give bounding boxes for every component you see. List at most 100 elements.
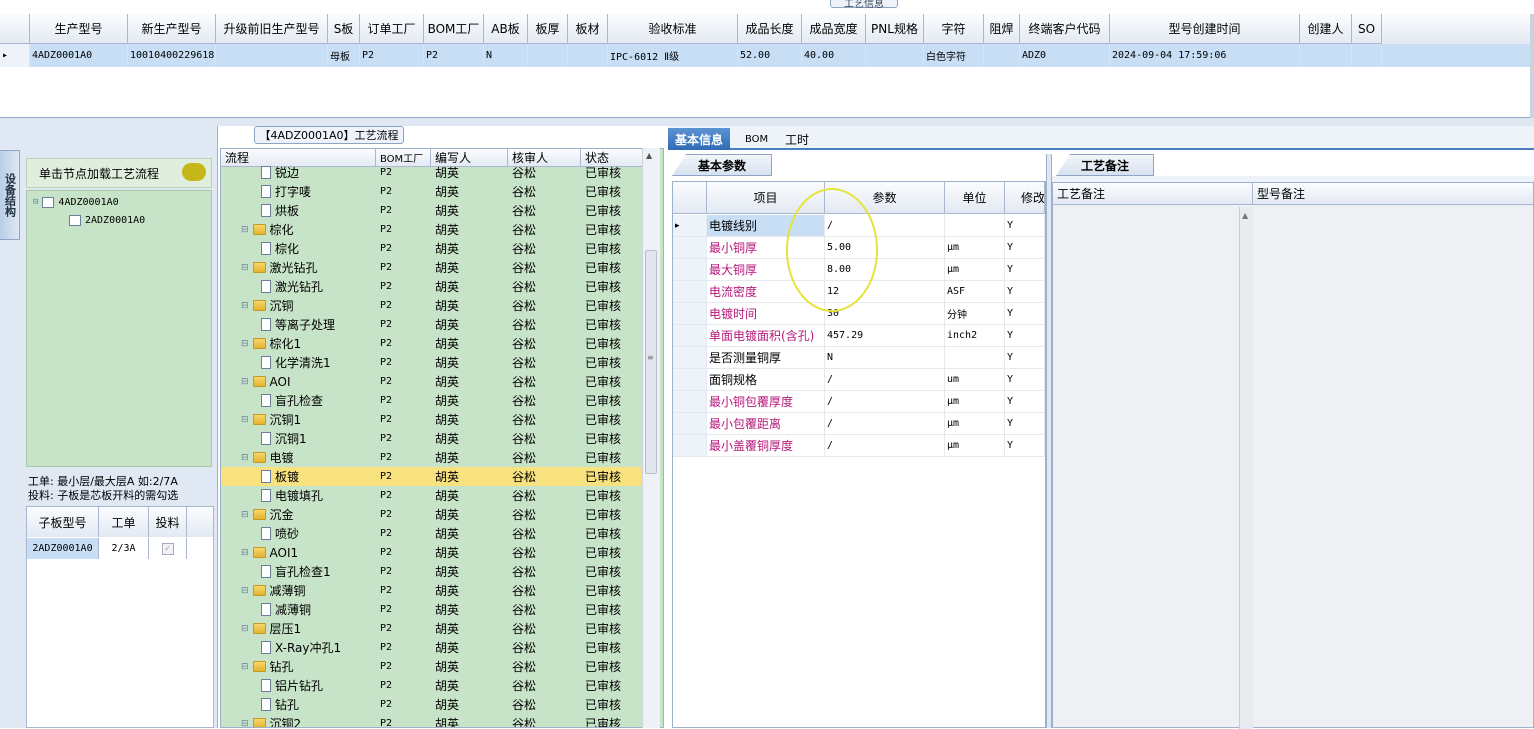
horizontal-splitter[interactable] — [0, 118, 1534, 126]
model-grid-row[interactable]: ▸ 4ADZ0001A0 10010400229618 母板 P2 P2 N IPC-6012… — [0, 44, 1530, 67]
model-cell[interactable]: 52.00 — [738, 44, 802, 67]
model-col-header[interactable]: 新生产型号 — [128, 14, 216, 44]
flow-row[interactable]: ⊟ 沉铜2 P2 胡英 谷松 已审核 — [221, 714, 644, 728]
model-col-header[interactable]: 阻焊 — [984, 14, 1020, 44]
model-grid-scrollbar[interactable] — [1530, 14, 1534, 118]
param-row[interactable]: 面铜规格 / um Y — [673, 369, 1045, 391]
flow-row[interactable]: ⊟ 沉铜1 P2 胡英 谷松 已审核 — [221, 410, 644, 429]
model-col-header[interactable]: 订单工厂 — [360, 14, 424, 44]
param-row[interactable]: 单面电镀面积(含孔) 457.29 inch2 Y — [673, 325, 1045, 347]
flow-row[interactable]: ⊟ 沉金 P2 胡英 谷松 已审核 — [221, 505, 644, 524]
collapse-icon[interactable]: ⊟ — [241, 624, 249, 634]
flow-node[interactable]: ⊟ 激光钻孔 — [221, 258, 376, 277]
model-cell[interactable]: 白色字符 — [924, 44, 984, 67]
flow-row[interactable]: 沉铜1 P2 胡英 谷松 已审核 — [221, 429, 644, 448]
flow-node[interactable]: 锐边 — [221, 163, 376, 182]
collapse-icon[interactable]: ⊟ — [241, 339, 249, 349]
collapse-icon[interactable]: ⊟ — [241, 548, 249, 558]
sub-board-row[interactable]: 2ADZ0001A0 2/3A ✓ — [27, 538, 213, 559]
flow-node[interactable]: ⊟ 沉金 — [221, 505, 376, 524]
model-cell[interactable] — [984, 44, 1020, 67]
sub-model-cell[interactable]: 2ADZ0001A0 — [27, 538, 99, 559]
flow-node[interactable]: 钻孔 — [221, 695, 376, 714]
flow-node[interactable]: 沉铜1 — [221, 429, 376, 448]
tab-bom[interactable]: BOM — [738, 128, 775, 150]
flow-node[interactable]: 减薄铜 — [221, 600, 376, 619]
model-cell[interactable]: IPC-6012 Ⅱ级 — [608, 44, 738, 67]
param-value-cell[interactable]: / — [825, 369, 945, 390]
collapse-icon[interactable]: ⊟ — [241, 662, 249, 672]
flow-row[interactable]: 铝片钻孔 P2 胡英 谷松 已审核 — [221, 676, 644, 695]
model-col-header[interactable]: AB板 — [484, 14, 528, 44]
flow-node[interactable]: 棕化 — [221, 239, 376, 258]
model-col-header[interactable]: 型号创建时间 — [1110, 14, 1300, 44]
flow-row[interactable]: X-Ray冲孔1 P2 胡英 谷松 已审核 — [221, 638, 644, 657]
flow-node[interactable]: 盲孔检查1 — [221, 562, 376, 581]
col-modify[interactable]: 修改 — [1005, 182, 1045, 213]
model-cell[interactable]: 10010400229618 — [128, 44, 216, 67]
tree-node-root[interactable]: ⊟ 4ADZ0001A0 — [33, 194, 119, 210]
model-cell[interactable]: 40.00 — [802, 44, 866, 67]
flow-row[interactable]: ⊟ 沉铜 P2 胡英 谷松 已审核 — [221, 296, 644, 315]
flow-row[interactable]: ⊟ 棕化1 P2 胡英 谷松 已审核 — [221, 334, 644, 353]
flow-row[interactable]: 喷砂 P2 胡英 谷松 已审核 — [221, 524, 644, 543]
order-cell[interactable]: 2/3A — [99, 538, 149, 559]
model-cell[interactable]: P2 — [424, 44, 484, 67]
notes-scrollbar[interactable]: ▲ — [1239, 207, 1253, 729]
flow-row[interactable]: ⊟ 钻孔 P2 胡英 谷松 已审核 — [221, 657, 644, 676]
scroll-up-icon[interactable]: ▲ — [646, 151, 652, 160]
flow-node[interactable]: ⊟ AOI1 — [221, 543, 376, 562]
flow-row[interactable]: ⊟ 激光钻孔 P2 胡英 谷松 已审核 — [221, 258, 644, 277]
flow-row[interactable]: 减薄铜 P2 胡英 谷松 已审核 — [221, 600, 644, 619]
flow-row[interactable]: 盲孔检查 P2 胡英 谷松 已审核 — [221, 391, 644, 410]
param-row[interactable]: 电镀时间 30 分钟 Y — [673, 303, 1045, 325]
collapse-icon[interactable]: ⊟ — [241, 719, 249, 728]
model-cell[interactable] — [1352, 44, 1382, 67]
flow-node[interactable]: ⊟ 层压1 — [221, 619, 376, 638]
model-cell[interactable] — [1300, 44, 1352, 67]
flow-row[interactable]: ⊟ 电镀 P2 胡英 谷松 已审核 — [221, 448, 644, 467]
flow-row[interactable]: 板镀 P2 胡英 谷松 已审核 — [221, 467, 644, 486]
param-value-cell[interactable]: / — [825, 435, 945, 456]
device-structure-tab[interactable]: 设备结构 — [0, 150, 20, 240]
model-cell[interactable]: 2024-09-04 17:59:06 — [1110, 44, 1300, 67]
flow-row[interactable]: 棕化 P2 胡英 谷松 已审核 — [221, 239, 644, 258]
model-col-header[interactable]: 板材 — [568, 14, 608, 44]
collapse-icon[interactable]: ⊟ — [241, 453, 249, 463]
flow-node[interactable]: 化学清洗1 — [221, 353, 376, 372]
flow-node[interactable]: 打字唛 — [221, 182, 376, 201]
model-col-header[interactable]: 板厚 — [528, 14, 568, 44]
param-row[interactable]: 最小包覆距离 / μm Y — [673, 413, 1045, 435]
flow-row[interactable]: ⊟ 层压1 P2 胡英 谷松 已审核 — [221, 619, 644, 638]
flow-node[interactable]: 板镀 — [221, 467, 376, 486]
collapse-icon[interactable]: ⊟ — [241, 263, 249, 273]
model-col-header[interactable]: SO — [1352, 14, 1382, 44]
flow-row[interactable]: 烘板 P2 胡英 谷松 已审核 — [221, 201, 644, 220]
flow-node[interactable]: ⊟ 减薄铜 — [221, 581, 376, 600]
flow-node[interactable]: 喷砂 — [221, 524, 376, 543]
flow-node[interactable]: ⊟ 沉铜2 — [221, 714, 376, 728]
flow-row[interactable]: ⊟ AOI P2 胡英 谷松 已审核 — [221, 372, 644, 391]
model-cell[interactable] — [568, 44, 608, 67]
param-row[interactable]: 最小盖覆铜厚度 / μm Y — [673, 435, 1045, 457]
model-cell[interactable] — [866, 44, 924, 67]
flow-node[interactable]: X-Ray冲孔1 — [221, 638, 376, 657]
col-feed[interactable]: 投料 — [149, 507, 187, 537]
param-row[interactable]: 最小铜包覆厚度 / μm Y — [673, 391, 1045, 413]
flow-node[interactable]: ⊟ 钻孔 — [221, 657, 376, 676]
tab-basic-info[interactable]: 基本信息 — [668, 128, 731, 150]
model-col-header[interactable]: 升级前旧生产型号 — [216, 14, 328, 44]
model-col-header[interactable]: 成品长度 — [738, 14, 802, 44]
tree-node-child[interactable]: 2ADZ0001A0 — [69, 212, 145, 228]
collapse-icon[interactable]: ⊟ — [241, 225, 249, 235]
model-col-header[interactable]: PNL规格 — [866, 14, 924, 44]
model-cell[interactable]: 母板 — [328, 44, 360, 67]
col-sub-model[interactable]: 子板型号 — [27, 507, 99, 537]
flow-row[interactable]: 钻孔 P2 胡英 谷松 已审核 — [221, 695, 644, 714]
flow-row[interactable]: 电镀填孔 P2 胡英 谷松 已审核 — [221, 486, 644, 505]
collapse-icon[interactable]: ⊟ — [241, 415, 249, 425]
model-col-header[interactable]: 成品宽度 — [802, 14, 866, 44]
feed-cell[interactable]: ✓ — [149, 538, 187, 559]
flow-node[interactable]: 电镀填孔 — [221, 486, 376, 505]
flow-node[interactable]: 烘板 — [221, 201, 376, 220]
